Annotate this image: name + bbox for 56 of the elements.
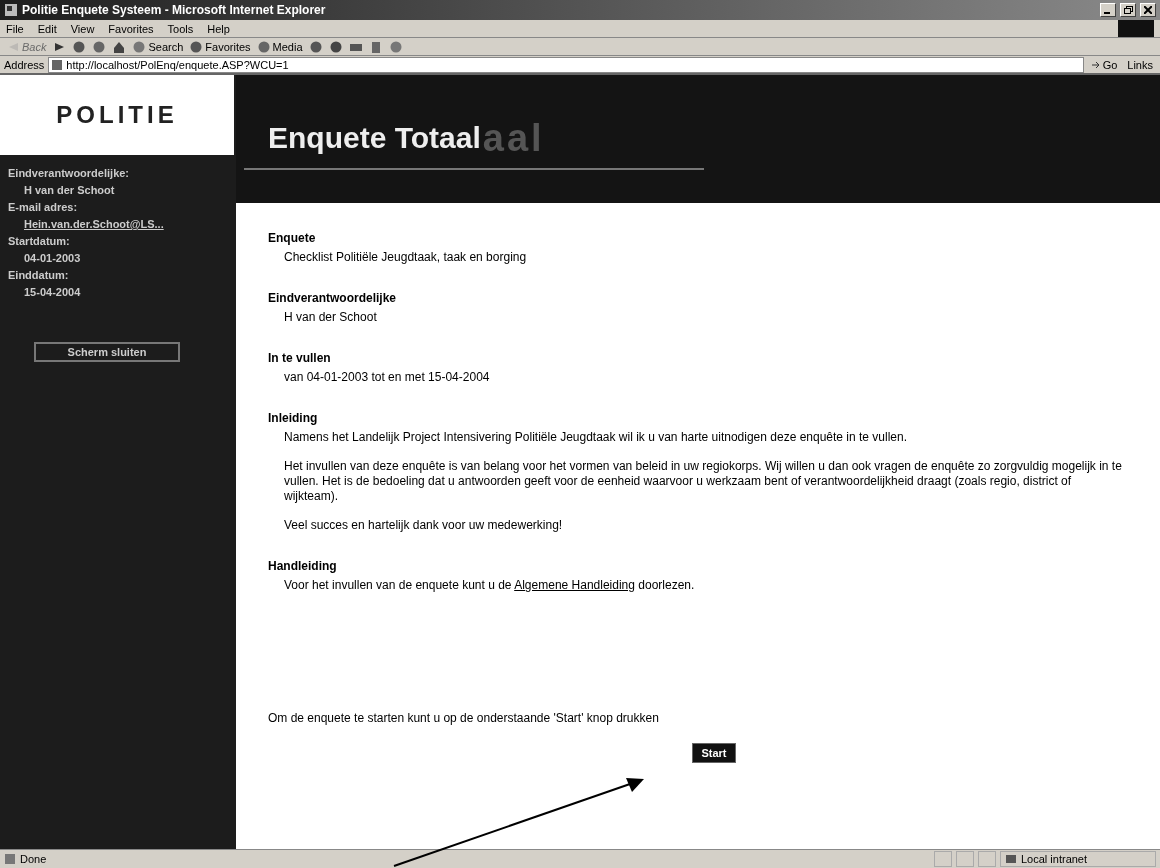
menu-item[interactable]: Tools bbox=[167, 22, 194, 35]
restore-icon bbox=[1123, 6, 1133, 14]
links-button[interactable]: Links bbox=[1124, 58, 1156, 71]
paragraph: Checklist Politiële Jeugdtaak, taak en borging bbox=[284, 250, 528, 265]
status-pane bbox=[934, 851, 952, 867]
field-value: 15-04-2004 bbox=[23, 286, 82, 298]
close-screen-button[interactable]: Scherm sluiten bbox=[34, 342, 180, 362]
paragraph: Voor het invullen van de enquete kunt u de Algemene Handleiding doorlezen. bbox=[284, 578, 696, 593]
search-button[interactable]: Search bbox=[132, 39, 184, 54]
arrow-icon bbox=[1090, 59, 1101, 70]
paragraph: Veel succes en hartelijk dank voor uw medewerking! bbox=[284, 518, 564, 533]
field-label: Einddatum: bbox=[8, 269, 70, 281]
paragraph: Namens het Landelijk Project Intensivering Politiële Jeugdtaak wil ik u van harte uitnodigen deze enquête in te vullen. bbox=[284, 430, 909, 445]
page-icon bbox=[4, 853, 16, 865]
close-button[interactable] bbox=[1140, 3, 1156, 17]
page-title: Enquete Totaal bbox=[268, 121, 481, 155]
window-title: Politie Enquete Systeem - Microsoft Internet Explorer bbox=[22, 3, 327, 17]
menu-item[interactable]: Favorites bbox=[108, 22, 154, 35]
page-icon bbox=[51, 58, 64, 71]
address-field[interactable]: http://localhost/PolEnq/enquete.ASP?WCU=1 bbox=[48, 56, 1084, 73]
field-label: Eindverantwoordelijke: bbox=[8, 167, 131, 179]
menu-item[interactable]: Help bbox=[207, 22, 230, 35]
status-text: Done bbox=[20, 853, 48, 865]
paragraph: van 04-01-2003 tot en met 15-04-2004 bbox=[284, 370, 491, 385]
email-link[interactable]: Hein.van.der.Schoot@LS... bbox=[24, 218, 164, 230]
section-heading: Enquete bbox=[268, 231, 317, 245]
section-heading: In te vullen bbox=[268, 351, 332, 365]
field-value: H van der Schoot bbox=[23, 184, 116, 196]
field-value: 04-01-2003 bbox=[23, 252, 82, 264]
browser-icon bbox=[4, 3, 18, 17]
favorites-button[interactable]: Favorites bbox=[189, 39, 251, 54]
section-heading: Handleiding bbox=[268, 559, 338, 573]
intranet-icon bbox=[1005, 853, 1017, 865]
minimize-button[interactable] bbox=[1100, 3, 1116, 17]
status-pane bbox=[956, 851, 974, 867]
close-icon bbox=[1144, 6, 1152, 14]
restore-button[interactable] bbox=[1120, 3, 1136, 17]
paragraph: H van der Schoot bbox=[284, 310, 378, 325]
section-heading: Eindverantwoordelijke bbox=[268, 291, 398, 305]
zone-text: Local intranet bbox=[1021, 853, 1088, 865]
instruction-text: Om de enquete te starten kunt u op de onderstaande 'Start' knop drukken bbox=[268, 711, 660, 725]
start-button[interactable]: Start bbox=[692, 743, 736, 763]
manual-link[interactable]: Algemene Handleiding bbox=[514, 578, 635, 592]
menu-item[interactable]: Edit bbox=[37, 22, 57, 35]
politie-logo: POLITIE bbox=[56, 101, 178, 129]
section-heading: Inleiding bbox=[268, 411, 319, 425]
field-label: E-mail adres: bbox=[8, 201, 79, 213]
go-button[interactable]: Go bbox=[1087, 58, 1121, 71]
title-shadow: aal bbox=[482, 116, 545, 160]
status-pane bbox=[978, 851, 996, 867]
media-button[interactable]: Media bbox=[256, 39, 303, 54]
paragraph: Het invullen van deze enquête is van belang voor het vormen van beleid in uw regiokorps. Wij willen u dan ook vragen de enquête zo zorgvuldig mogelijk in te vullen. Het is de bedoeling dat u antwoorden geeft voor de eenheid waarvoor u werkzaam bent of verantwoordelijkheid draagt (zoals regio, district of wijkteam). bbox=[284, 459, 1123, 504]
menu-item[interactable]: File bbox=[6, 22, 24, 35]
address-label: Address bbox=[4, 58, 45, 71]
menu-item[interactable]: View bbox=[70, 22, 95, 35]
field-label: Startdatum: bbox=[8, 235, 71, 247]
